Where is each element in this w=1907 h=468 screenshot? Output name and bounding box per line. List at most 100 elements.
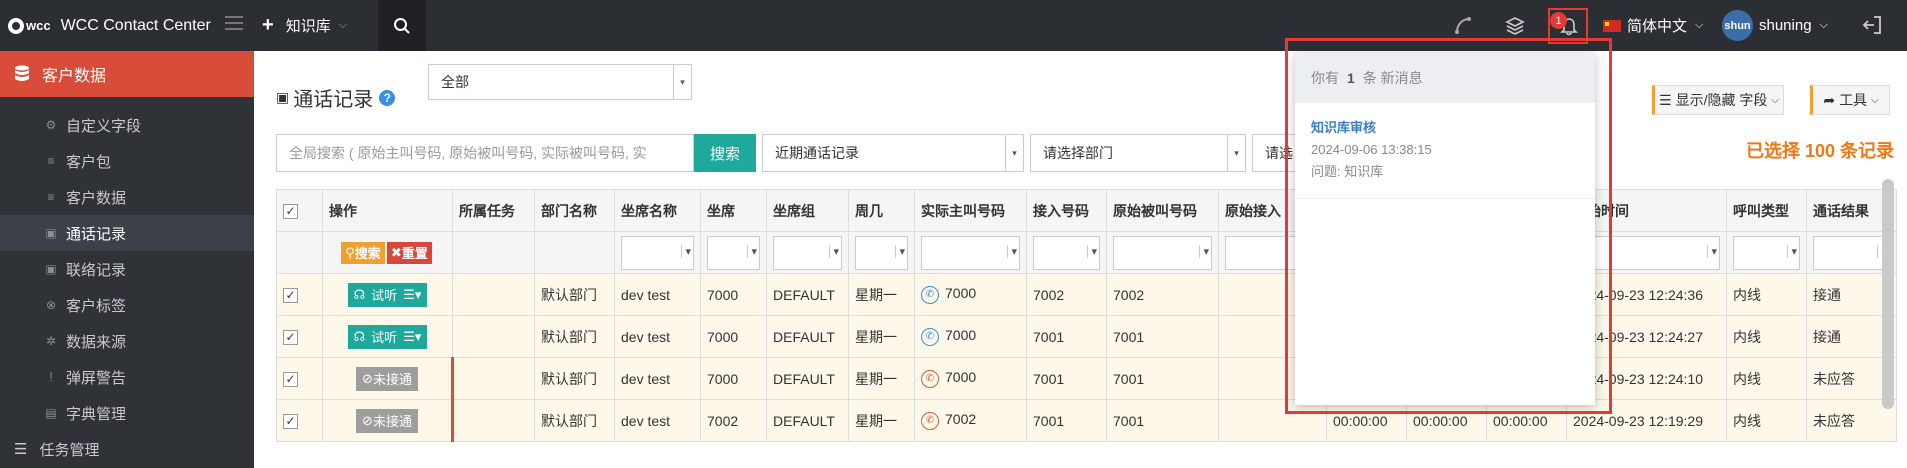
recent-calls-select[interactable]: 近期通话记录 ▾ xyxy=(762,134,1024,172)
sidebar-item-customer-package[interactable]: ≡ 客户包 xyxy=(0,143,254,179)
weekday-cell: 星期一 xyxy=(848,399,915,442)
sidebar-item-dictionary[interactable]: ▤ 字典管理 xyxy=(0,395,254,431)
column-header[interactable]: 坐席组 xyxy=(766,189,849,232)
access-cell: 7001 xyxy=(1026,315,1107,358)
weekday-cell: 星期一 xyxy=(848,315,915,358)
row-checkbox[interactable]: ✓ xyxy=(283,371,298,387)
tools-button[interactable]: ➦ 工具 ⌵ xyxy=(1810,85,1890,115)
show-hide-fields-button[interactable]: ☰ 显示/隐藏 字段 ⌵ xyxy=(1652,85,1784,115)
help-icon[interactable]: ? xyxy=(379,89,396,106)
call-type-cell: 内线 xyxy=(1726,357,1807,400)
row-checkbox-cell[interactable]: ✓ xyxy=(276,315,323,358)
list-icon: ☰ xyxy=(14,441,28,458)
row-checkbox[interactable]: ✓ xyxy=(283,287,298,303)
table-row[interactable]: ✓ ☊ 试听 ☰▾ 默认部门 dev test 7000 DEFAULT 星期一 ✆ 7000 700… xyxy=(276,273,1897,316)
access-cell: 7001 xyxy=(1026,399,1107,442)
filter-reset-button[interactable]: ✖ 重置 xyxy=(386,241,432,264)
caller-cell[interactable]: ✆ 7000 xyxy=(914,357,1027,400)
filter-select[interactable] xyxy=(855,235,908,270)
listen-button[interactable]: ☊ 试听 ☰▾ xyxy=(347,324,428,349)
column-header[interactable]: 实际主叫号码 xyxy=(914,189,1027,232)
access-cell: 7001 xyxy=(1026,357,1107,400)
search-button[interactable]: 搜索 xyxy=(694,134,756,172)
knowledge-base-label: 知识库 xyxy=(285,18,331,35)
select-all-header[interactable]: ✓ xyxy=(276,189,323,232)
table-row[interactable]: ✓ ☊ 试听 ☰▾ 默认部门 dev test 7000 DEFAULT 星期一 ✆ 7000 700… xyxy=(276,315,1897,358)
column-header[interactable]: 部门名称 xyxy=(534,189,615,232)
filter-select[interactable] xyxy=(1113,235,1212,270)
filter-select[interactable] xyxy=(621,235,694,270)
phone-icon[interactable] xyxy=(1451,14,1475,38)
filter-select[interactable] xyxy=(1033,235,1100,270)
filter-select[interactable] xyxy=(1733,235,1800,270)
caller-cell[interactable]: ✆ 7000 xyxy=(914,315,1027,358)
filter-actions: ⚲ 搜索 ✖ 重置 xyxy=(322,231,453,274)
user-menu[interactable]: shun shuning ⌵ xyxy=(1722,0,1828,51)
chevron-down-icon: ▾ xyxy=(1227,135,1245,171)
vertical-scrollbar[interactable] xyxy=(1882,179,1894,409)
sidebar-item-data-source[interactable]: ✲ 数据来源 xyxy=(0,323,254,359)
global-search-input[interactable]: 全局搜索 ( 原始主叫号码, 原始被叫号码, 实际被叫号码, 实 xyxy=(276,134,694,172)
dept-cell: 默认部门 xyxy=(534,273,615,316)
row-checkbox-cell[interactable]: ✓ xyxy=(276,399,323,442)
database-icon xyxy=(15,65,29,81)
column-header[interactable]: 操作 xyxy=(322,189,453,232)
filter-cell xyxy=(452,231,535,274)
app-logo[interactable]: wcc WCC Contact Center xyxy=(0,0,217,51)
agent-name-cell: dev test xyxy=(614,273,701,316)
phone-icon: ✆ xyxy=(921,369,939,388)
column-header[interactable]: 周几 xyxy=(848,189,915,232)
department-select[interactable]: 请选择部门 ▾ xyxy=(1030,134,1246,172)
filter-select[interactable] xyxy=(921,235,1020,270)
close-icon: ✖ xyxy=(390,244,402,260)
table-row[interactable]: ✓ ⊘ 未接通 默认部门 dev test 7002 DEFAULT 星期一 ✆ 7002 7001… xyxy=(276,399,1897,442)
row-checkbox-cell[interactable]: ✓ xyxy=(276,357,323,400)
sidebar-group-task-management[interactable]: ☰ 任务管理 xyxy=(0,431,254,467)
row-checkbox-cell[interactable]: ✓ xyxy=(276,273,323,316)
knowledge-base-menu[interactable]: + 知识库 ⌵ xyxy=(262,0,347,51)
listen-button[interactable]: ☊ 试听 ☰▾ xyxy=(347,282,428,307)
select-all-checkbox[interactable]: ✓ xyxy=(283,203,298,219)
chevron-down-icon: ⌵ xyxy=(338,19,348,31)
orig-called-cell: 7002 xyxy=(1106,273,1219,316)
sidebar-item-contact-records[interactable]: ▣ 联络记录 xyxy=(0,251,254,287)
table-row[interactable]: ✓ ⊘ 未接通 默认部门 dev test 7000 DEFAULT 星期一 ✆ 7000 7001… xyxy=(276,357,1897,400)
share-icon: ➦ xyxy=(1823,91,1836,108)
dept-cell: 默认部门 xyxy=(534,315,615,358)
row-checkbox[interactable]: ✓ xyxy=(283,413,298,429)
menu-icon[interactable] xyxy=(225,16,243,32)
column-header[interactable]: 呼叫类型 xyxy=(1726,189,1807,232)
layers-icon[interactable] xyxy=(1503,14,1527,38)
column-header[interactable]: 所属任务 xyxy=(452,189,535,232)
filter-search-button[interactable]: ⚲ 搜索 xyxy=(341,241,385,264)
filter-select[interactable] xyxy=(1813,235,1890,270)
chevron-down-icon: ⌵ xyxy=(1871,94,1879,106)
sidebar-item-call-records[interactable]: ▣ 通话记录 xyxy=(0,215,254,251)
column-header[interactable]: 坐席 xyxy=(700,189,767,232)
sidebar-item-customer-data[interactable]: ≡ 客户数据 xyxy=(0,179,254,215)
filter-search-label: 搜索 xyxy=(354,246,381,261)
list-icon: ☰▾ xyxy=(403,286,422,302)
sidebar-header[interactable]: 客户数据 xyxy=(0,51,254,97)
lock-icon: ▣ xyxy=(45,226,57,240)
filter-select[interactable] xyxy=(707,235,760,270)
row-checkbox[interactable]: ✓ xyxy=(283,329,298,345)
database-icon: ≡ xyxy=(47,190,55,204)
book-icon: ▤ xyxy=(45,406,57,420)
filter-reset-label: 重置 xyxy=(401,246,428,261)
caller-cell[interactable]: ✆ 7002 xyxy=(914,399,1027,442)
caller-cell[interactable]: ✆ 7000 xyxy=(914,273,1027,316)
column-header[interactable]: 接入号码 xyxy=(1026,189,1107,232)
sidebar-item-popup-warning[interactable]: ! 弹屏警告 xyxy=(0,359,254,395)
scope-select[interactable]: 全部 ▾ xyxy=(428,64,692,100)
group-cell: DEFAULT xyxy=(766,399,849,442)
avatar: shun xyxy=(1722,10,1753,41)
filter-select[interactable] xyxy=(773,235,842,270)
sidebar-item-custom-fields[interactable]: ⚙ 自定义字段 xyxy=(0,107,254,143)
logout-icon[interactable] xyxy=(1860,13,1884,40)
language-selector[interactable]: 简体中文 ⌵ xyxy=(1603,0,1703,51)
column-header[interactable]: 坐席名称 xyxy=(614,189,701,232)
sidebar-item-customer-tags[interactable]: ⊗ 客户标签 xyxy=(0,287,254,323)
column-header[interactable]: 原始被叫号码 xyxy=(1106,189,1219,232)
search-icon[interactable] xyxy=(378,0,426,51)
